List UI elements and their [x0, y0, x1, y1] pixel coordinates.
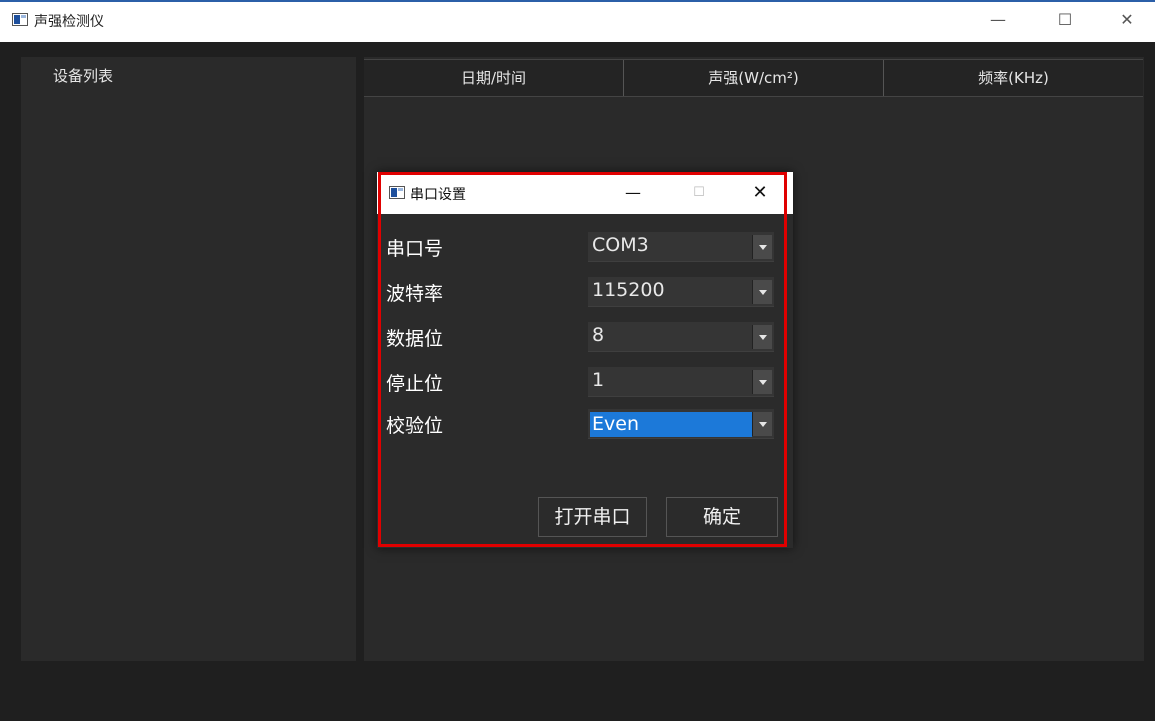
dialog-close-button[interactable]: ✕: [746, 181, 774, 205]
main-titlebar: 声强检测仪 — ☐ ✕: [0, 0, 1155, 42]
ok-button[interactable]: 确定: [666, 497, 778, 537]
baudrate-label: 波特率: [386, 283, 444, 305]
databits-label: 数据位: [386, 328, 444, 350]
databits-value: 8: [592, 324, 605, 346]
field-row-stopbits: 停止位 1: [377, 363, 793, 403]
chevron-down-icon[interactable]: [752, 370, 772, 394]
parity-value: Even: [590, 412, 752, 437]
column-header-intensity[interactable]: 声强(W/cm²): [624, 60, 884, 96]
stopbits-value: 1: [592, 369, 605, 391]
dialog-minimize-button[interactable]: —: [619, 181, 647, 205]
databits-select[interactable]: 8: [588, 322, 774, 352]
open-port-button[interactable]: 打开串口: [538, 497, 647, 537]
stopbits-select[interactable]: 1: [588, 367, 774, 397]
parity-label: 校验位: [386, 415, 444, 437]
baudrate-select[interactable]: 115200: [588, 277, 774, 307]
baudrate-value: 115200: [592, 279, 665, 301]
port-value: COM3: [592, 234, 649, 256]
chevron-down-icon[interactable]: [752, 412, 772, 436]
table-header-row: 日期/时间 声强(W/cm²) 频率(KHz): [364, 59, 1143, 97]
chevron-down-icon[interactable]: [752, 235, 772, 259]
dialog-maximize-button: ☐: [693, 185, 705, 200]
chevron-down-icon[interactable]: [752, 325, 772, 349]
dialog-window-icon: [389, 186, 405, 199]
dialog-titlebar: 串口设置 — ☐ ✕: [377, 172, 793, 214]
port-select[interactable]: COM3: [588, 232, 774, 262]
app-title: 声强检测仪: [34, 14, 104, 30]
serial-settings-dialog: 串口设置 — ☐ ✕ 串口号 COM3 波特率 115200 数据位 8 停止位…: [377, 172, 793, 548]
chevron-down-icon[interactable]: [752, 280, 772, 304]
close-button[interactable]: ✕: [1112, 8, 1142, 32]
device-list-title: 设备列表: [53, 67, 114, 85]
port-label: 串口号: [386, 238, 444, 260]
field-row-parity: 校验位 Even: [377, 405, 793, 445]
titlebar-accent-line: [0, 0, 1155, 2]
column-header-frequency[interactable]: 频率(KHz): [884, 60, 1143, 96]
minimize-button[interactable]: —: [983, 8, 1013, 32]
stopbits-label: 停止位: [386, 373, 444, 395]
field-row-baudrate: 波特率 115200: [377, 273, 793, 313]
field-row-databits: 数据位 8: [377, 318, 793, 358]
maximize-button[interactable]: ☐: [1050, 8, 1080, 32]
dialog-title: 串口设置: [410, 187, 466, 203]
device-list-panel[interactable]: 设备列表: [21, 57, 356, 661]
column-header-datetime[interactable]: 日期/时间: [364, 60, 624, 96]
app-window-icon: [12, 13, 28, 26]
field-row-port: 串口号 COM3: [377, 228, 793, 268]
parity-select[interactable]: Even: [588, 409, 774, 439]
